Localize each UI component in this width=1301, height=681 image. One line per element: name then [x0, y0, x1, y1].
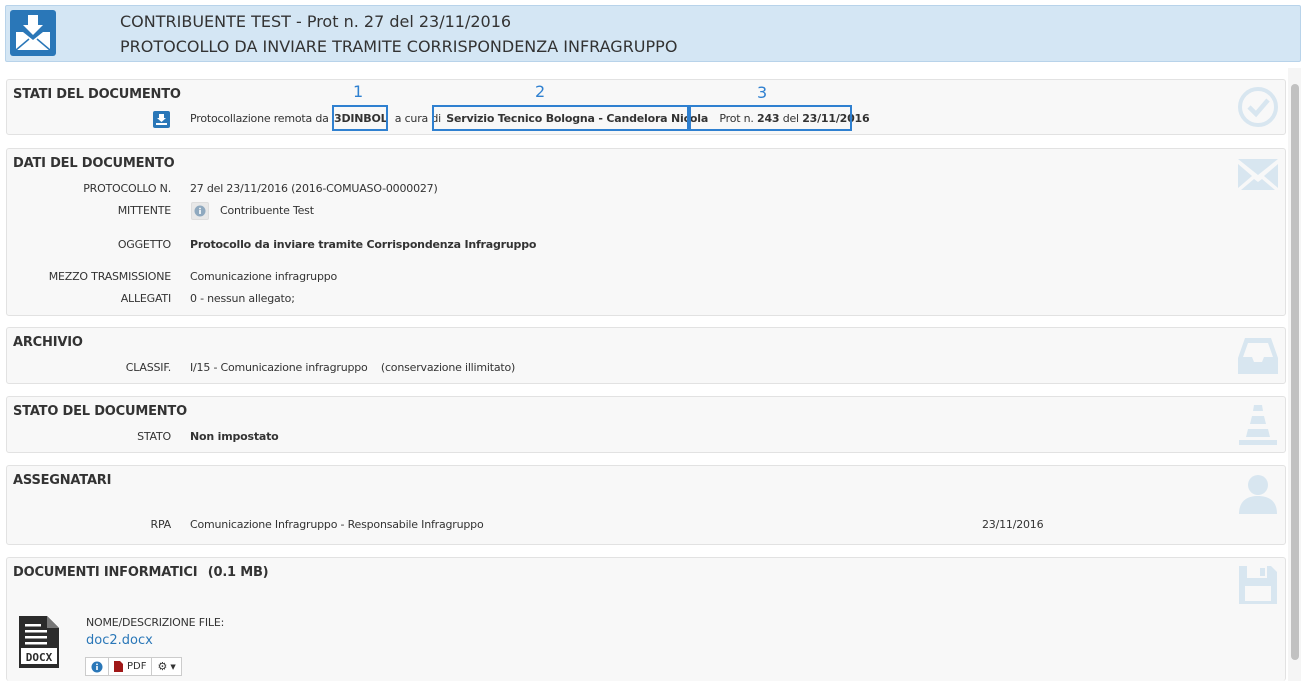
marker-1: 1 — [353, 82, 364, 101]
mezzo-label: MEZZO TRASMISSIONE — [48, 270, 171, 283]
highlight-box-1 — [332, 105, 388, 131]
classif-value: I/15 - Comunicazione infragruppo — [190, 361, 368, 374]
scrollbar-thumb[interactable] — [1291, 84, 1299, 660]
panel-title: STATI DEL DOCUMENTO — [13, 87, 181, 102]
panel-title: DATI DEL DOCUMENTO — [13, 156, 175, 171]
stato-value: Non impostato — [190, 430, 279, 443]
pdf-file-icon — [114, 661, 123, 672]
marker-2: 2 — [535, 82, 546, 101]
panel-title: ASSEGNATARI — [13, 473, 112, 488]
panel-dati-documento: DATI DEL DOCUMENTO PROTOCOLLO N. 27 del … — [6, 148, 1286, 316]
allegati-value: 0 - nessun allegato; — [190, 292, 295, 305]
panel-documenti-informatici: DOCUMENTI INFORMATICI (0.1 MB) DOCX NOME… — [6, 557, 1286, 681]
oggetto-value: Protocollo da inviare tramite Corrispond… — [190, 238, 537, 251]
stato-label: STATO — [137, 430, 171, 443]
rpa-value: Comunicazione Infragruppo - Responsabile… — [190, 518, 484, 531]
mittente-info-button[interactable] — [191, 202, 209, 220]
highlight-box-2 — [432, 105, 689, 131]
page-title: CONTRIBUENTE TEST - Prot n. 27 del 23/11… — [120, 12, 512, 31]
remote-protocol-icon[interactable] — [153, 111, 170, 128]
marker-3: 3 — [757, 83, 768, 102]
file-actions: PDF ⚙ ▼ — [85, 657, 182, 676]
oggetto-label: OGGETTO — [117, 238, 171, 251]
pdf-button[interactable]: PDF — [108, 657, 153, 676]
stati-prefix: Protocollazione remota da — [190, 112, 329, 125]
classif-line: I/15 - Comunicazione infragruppo (conser… — [190, 361, 515, 374]
protocollo-value: 27 del 23/11/2016 (2016-COMUASO-0000027) — [190, 182, 438, 195]
panel-title-line: DOCUMENTI INFORMATICI (0.1 MB) — [13, 565, 269, 580]
conservazione-value: (conservazione illimitato) — [380, 361, 516, 374]
file-type-label: DOCX — [26, 651, 53, 664]
panel-title: STATO DEL DOCUMENTO — [13, 404, 187, 419]
page-header: CONTRIBUENTE TEST - Prot n. 27 del 23/11… — [5, 5, 1301, 62]
classif-label: CLASSIF. — [125, 361, 171, 374]
mezzo-value: Comunicazione infragruppo — [190, 270, 338, 283]
traffic-cone-icon — [1237, 403, 1279, 450]
rpa-date: 23/11/2016 — [982, 518, 1044, 531]
protocollo-label: PROTOCOLLO N. — [83, 182, 171, 195]
panel-archivio: ARCHIVIO CLASSIF. I/15 - Comunicazione i… — [6, 327, 1286, 384]
info-icon — [91, 661, 103, 672]
documenti-size: (0.1 MB) — [207, 565, 269, 580]
gear-icon: ⚙ — [157, 660, 168, 673]
panel-title: ARCHIVIO — [13, 335, 83, 350]
file-info-button[interactable] — [85, 657, 109, 676]
panel-assegnatari: ASSEGNATARI RPA Comunicazione Infragrupp… — [6, 465, 1286, 545]
envelope-icon — [1237, 155, 1279, 194]
mittente-value: Contribuente Test — [220, 204, 314, 217]
caret-down-icon: ▼ — [170, 662, 176, 671]
panel-stato-documento: STATO DEL DOCUMENTO STATO Non impostato — [6, 396, 1286, 453]
floppy-disk-icon — [1237, 564, 1279, 609]
documenti-title: DOCUMENTI INFORMATICI — [13, 565, 198, 580]
docx-file-icon[interactable]: DOCX — [17, 614, 61, 670]
inbox-download-icon — [10, 10, 56, 56]
file-label: NOME/DESCRIZIONE FILE: — [86, 616, 225, 629]
settings-dropdown-button[interactable]: ⚙ ▼ — [151, 657, 182, 676]
user-icon — [1237, 472, 1279, 517]
pdf-label: PDF — [127, 661, 147, 672]
allegati-label: ALLEGATI — [120, 292, 171, 305]
highlight-box-3 — [689, 105, 852, 131]
mittente-label: MITTENTE — [117, 204, 171, 217]
file-name-link[interactable]: doc2.docx — [86, 633, 153, 648]
page-subtitle: PROTOCOLLO DA INVIARE TRAMITE CORRISPOND… — [120, 37, 678, 56]
inbox-tray-icon — [1237, 334, 1279, 379]
rpa-label: RPA — [150, 518, 172, 531]
check-circle-icon — [1237, 86, 1279, 131]
